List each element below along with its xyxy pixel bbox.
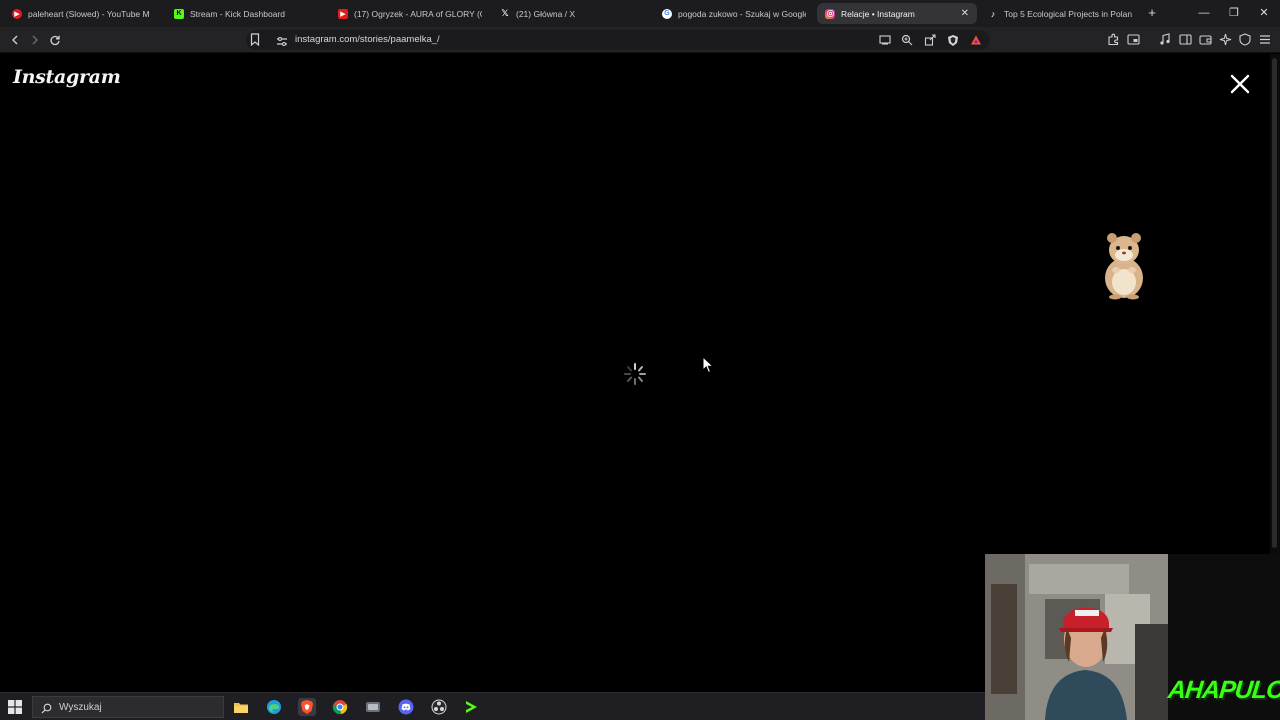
tab-title: Stream - Kick Dashboard: [190, 8, 285, 19]
windows-logo-icon: [8, 700, 22, 714]
play-arrow-icon: [466, 701, 477, 713]
minimize-window-button[interactable]: —: [1192, 4, 1216, 22]
hamster-sticker: [1096, 228, 1152, 300]
leo-ai-icon[interactable]: [1218, 32, 1232, 46]
scrollbar-thumb[interactable]: [1272, 58, 1277, 548]
file-explorer-button[interactable]: [232, 698, 250, 716]
restore-window-button[interactable]: ❐: [1222, 4, 1246, 22]
youtube-music-icon: ▶: [12, 8, 22, 19]
close-icon: [1230, 74, 1250, 94]
tab-tiktok[interactable]: ♪ Top 5 Ecological Projects in Poland |: [980, 3, 1140, 24]
obs-icon: [431, 699, 447, 715]
brave-icon: [301, 700, 313, 714]
brave-shields-icon[interactable]: [946, 33, 960, 47]
close-tab-icon[interactable]: ✕: [961, 8, 969, 19]
wallet-icon[interactable]: [1198, 32, 1212, 46]
picture-in-picture-icon[interactable]: [1126, 32, 1140, 46]
edge-browser-button[interactable]: [265, 698, 283, 716]
tab-instagram-stories[interactable]: Relacje • Instagram ✕: [817, 3, 977, 24]
close-window-button[interactable]: ✕: [1252, 4, 1276, 22]
instagram-icon: [825, 8, 835, 19]
streamer-brand-logo: AHAPULCO: [1166, 676, 1280, 704]
tab-google-search[interactable]: G pogoda zukowo - Szukaj w Google: [654, 3, 814, 24]
youtube-icon: ▶: [338, 8, 348, 19]
reload-button[interactable]: [46, 31, 64, 49]
tab-title: (21) Główna / X: [516, 8, 576, 19]
tab-title: (17) Ogryzek - AURA of GLORY (Offi: [354, 8, 482, 19]
vpn-icon[interactable]: [1238, 32, 1252, 46]
cast-icon[interactable]: [878, 33, 892, 47]
tab-youtube-music[interactable]: ▶ paleheart (Slowed) - YouTube M: [4, 3, 160, 24]
forward-arrow-icon: [32, 35, 38, 45]
close-story-button[interactable]: [1228, 72, 1252, 96]
search-placeholder: Wyszukaj: [59, 702, 102, 713]
new-tab-button[interactable]: +: [1144, 4, 1160, 22]
mouse-cursor-icon: [702, 355, 715, 374]
start-button[interactable]: [8, 700, 22, 714]
tab-title: pogoda zukowo - Szukaj w Google: [678, 8, 806, 19]
tab-title: paleheart (Slowed) - YouTube M: [28, 8, 150, 19]
tab-x[interactable]: 𝕏 (21) Główna / X: [492, 3, 652, 24]
menu-icon[interactable]: [1258, 32, 1272, 46]
address-bar[interactable]: instagram.com/stories/paamelka_/: [246, 30, 990, 50]
extensions-icon[interactable]: [1106, 32, 1120, 46]
reload-icon: [50, 35, 60, 46]
discord-icon: [398, 699, 414, 715]
back-arrow-icon: [12, 35, 18, 45]
instagram-logo[interactable]: Instagram: [13, 66, 121, 88]
brave-browser-button[interactable]: [298, 698, 316, 716]
windows-taskbar: Wyszukaj: [0, 692, 985, 720]
discord-button[interactable]: [397, 698, 415, 716]
edge-icon: [267, 700, 281, 714]
chrome-icon: [332, 700, 348, 715]
app-icon: [366, 702, 380, 712]
browser-tab-strip: ▶ paleheart (Slowed) - YouTube M K Strea…: [0, 0, 1280, 27]
taskbar-search-box[interactable]: Wyszukaj: [32, 696, 224, 718]
bookmark-icon[interactable]: [250, 33, 260, 51]
zoom-icon[interactable]: [900, 33, 914, 47]
browser-toolbar: instagram.com/stories/paamelka_/: [0, 27, 1280, 53]
x-icon: 𝕏: [501, 8, 509, 18]
loading-spinner-icon: [622, 361, 648, 387]
kick-streaming-button[interactable]: [462, 698, 480, 716]
app-button[interactable]: [364, 698, 382, 716]
tiktok-icon: ♪: [990, 8, 996, 19]
tab-title: Top 5 Ecological Projects in Poland |: [1004, 8, 1132, 19]
sidebar-icon[interactable]: [1178, 32, 1192, 46]
back-button[interactable]: [6, 31, 24, 49]
forward-button[interactable]: [26, 31, 44, 49]
tab-kick-dashboard[interactable]: K Stream - Kick Dashboard: [166, 3, 326, 24]
folder-icon: [234, 703, 248, 713]
share-icon[interactable]: [923, 33, 937, 47]
tab-title: Relacje • Instagram: [841, 8, 915, 19]
streamer-webcam-overlay: [985, 554, 1168, 720]
kick-icon: K: [174, 8, 184, 19]
search-icon: [41, 701, 52, 719]
brave-rewards-icon[interactable]: [969, 33, 983, 47]
site-info-icon[interactable]: [276, 34, 288, 52]
obs-studio-button[interactable]: [430, 698, 448, 716]
google-icon: G: [662, 8, 672, 19]
tab-youtube-video[interactable]: ▶ (17) Ogryzek - AURA of GLORY (Offi: [330, 3, 490, 24]
chrome-browser-button[interactable]: [331, 698, 349, 716]
url-text: instagram.com/stories/paamelka_/: [295, 34, 440, 45]
media-control-icon[interactable]: [1158, 32, 1172, 46]
